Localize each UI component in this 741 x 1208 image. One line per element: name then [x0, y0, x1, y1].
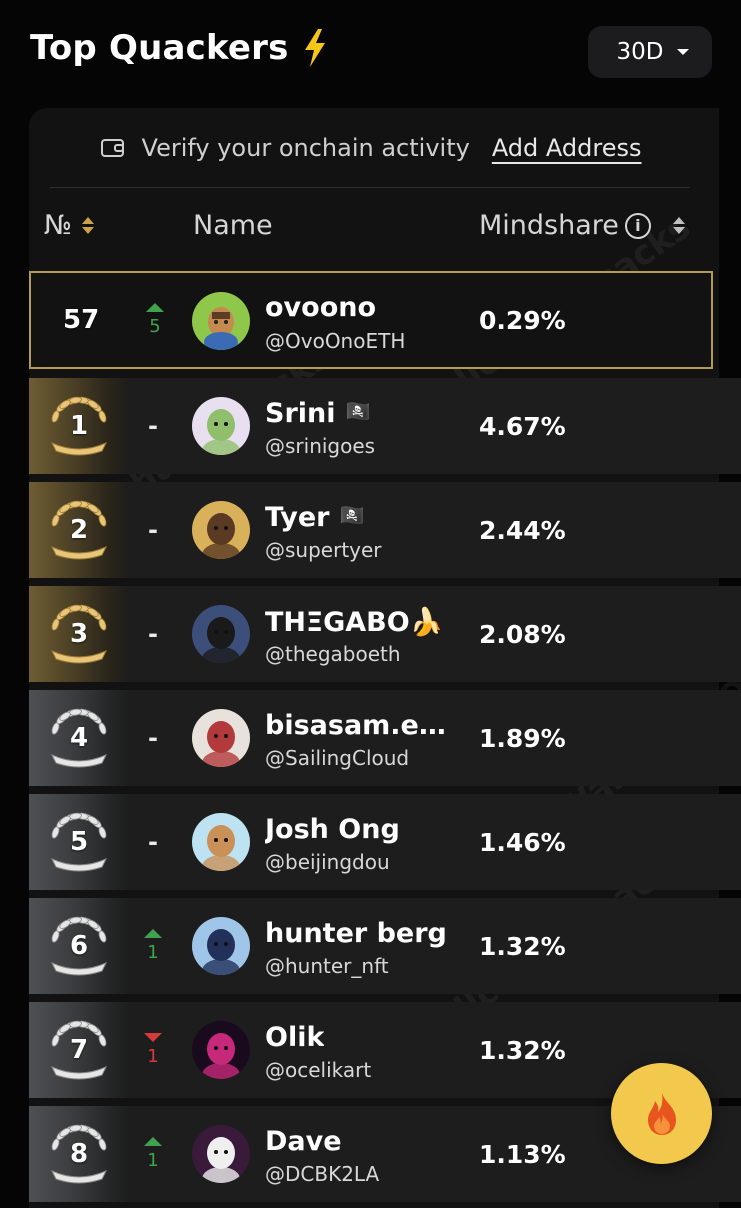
mindshare-value: 1.32%: [479, 931, 566, 961]
rank-number: 57: [63, 305, 100, 335]
mindshare-value: 1.89%: [479, 723, 566, 753]
user-name: hunter berg: [265, 918, 447, 949]
mindshare-value: 0.29%: [479, 305, 566, 335]
arrow-down-icon: [144, 1033, 162, 1042]
rank-number: 1: [69, 411, 89, 441]
avatar[interactable]: [192, 1021, 250, 1079]
info-icon[interactable]: i: [624, 212, 651, 239]
table-row[interactable]: 5 - Josh Ong @beijingdou 1.46%: [29, 794, 741, 890]
rank-number: 2: [69, 515, 89, 545]
user-handle: @DCBK2LA: [265, 1162, 380, 1186]
avatar[interactable]: [192, 1125, 250, 1183]
user-name: Olik: [265, 1022, 325, 1053]
rank-change: -: [137, 586, 169, 682]
rank-number: 7: [69, 1035, 89, 1065]
rank-change-value: -: [148, 620, 158, 648]
column-header-mindshare[interactable]: Mindshare i: [479, 210, 685, 241]
rank-change: -: [137, 794, 169, 890]
user-name: bisasam.eth...: [265, 710, 450, 741]
column-header-mindshare-label: Mindshare: [479, 210, 619, 241]
period-dropdown[interactable]: 30D: [588, 26, 712, 78]
caret-down-icon: [677, 49, 690, 55]
user-name: Tyer 🏴‍☠️: [265, 502, 365, 533]
avatar[interactable]: [192, 397, 250, 455]
rank-change-value: 1: [147, 942, 159, 963]
table-row[interactable]: 2 - Tyer 🏴‍☠️ @supertyer 2.44%: [29, 482, 741, 578]
rank-change: 1: [137, 1106, 169, 1202]
table-row[interactable]: 3 - THΞGABO🍌 @thegaboeth 2.08%: [29, 586, 741, 682]
user-handle: @supertyer: [265, 538, 382, 562]
rank-change-value: -: [148, 828, 158, 856]
rank-change: 1: [137, 1002, 169, 1098]
pirate-flag-icon: 🏴‍☠️: [339, 503, 365, 527]
rank-change: -: [137, 690, 169, 786]
user-handle: @thegaboeth: [265, 642, 401, 666]
column-header-rank-label: №: [44, 210, 73, 241]
rank-number: 5: [69, 827, 89, 857]
rank-number: 8: [69, 1139, 89, 1169]
pirate-flag-icon: 🏴‍☠️: [345, 399, 371, 423]
rank-change-value: -: [148, 516, 158, 544]
verify-banner: Verify your onchain activity Add Address: [29, 108, 712, 188]
user-name: THΞGABO🍌: [265, 607, 444, 638]
rank-change: -: [137, 482, 169, 578]
mindshare-value: 2.08%: [479, 619, 566, 649]
rank-change-value: -: [148, 724, 158, 752]
table-row[interactable]: 6 1 hunter berg @hunter_nft 1.32%: [29, 898, 741, 994]
arrow-up-icon: [144, 1137, 162, 1146]
page-title-text: Top Quackers: [30, 28, 289, 68]
avatar[interactable]: [192, 709, 250, 767]
current-user-row[interactable]: 57 5 ovoono @OvoOnoETH 0.29%: [29, 271, 713, 369]
rank-change: -: [137, 378, 169, 474]
rank-change: 5: [139, 273, 171, 367]
user-name: ovoono: [265, 292, 377, 323]
avatar[interactable]: [192, 813, 250, 871]
arrow-up-icon: [146, 303, 164, 312]
mindshare-value: 1.46%: [479, 827, 566, 857]
mindshare-value: 1.32%: [479, 1035, 566, 1065]
avatar[interactable]: [192, 501, 250, 559]
user-handle: @SailingCloud: [265, 746, 410, 770]
user-handle: @beijingdou: [265, 850, 390, 874]
rank-change-value: 1: [147, 1046, 159, 1067]
user-name: Josh Ong: [265, 814, 400, 845]
rank-number: 3: [69, 619, 89, 649]
rank-change-value: 1: [147, 1150, 159, 1171]
period-value: 30D: [616, 39, 664, 65]
header: Top Quackers 30D: [0, 0, 741, 105]
column-header-rank[interactable]: №: [44, 210, 95, 241]
table-row[interactable]: 1 - Srini 🏴‍☠️ @srinigoes 4.67%: [29, 378, 741, 474]
avatar[interactable]: [192, 292, 250, 350]
sort-icon: [82, 217, 95, 234]
divider: [50, 187, 690, 188]
rank-change-value: 5: [149, 316, 161, 337]
rank-number: 6: [69, 931, 89, 961]
table-row[interactable]: 4 - bisasam.eth... @SailingCloud 1.89%: [29, 690, 741, 786]
column-header-name-label: Name: [193, 210, 273, 241]
rank-change: 1: [137, 898, 169, 994]
rank-change-value: -: [148, 412, 158, 440]
user-handle: @OvoOnoETH: [265, 329, 406, 353]
mindshare-value: 1.13%: [479, 1139, 566, 1169]
flame-button[interactable]: [611, 1063, 712, 1164]
column-header-name: Name: [193, 210, 273, 241]
rank-number: 4: [69, 723, 89, 753]
flame-icon: [647, 1092, 676, 1135]
avatar[interactable]: [192, 917, 250, 975]
verify-text: Verify your onchain activity: [141, 134, 470, 162]
lightning-bolt-icon: [304, 29, 325, 67]
user-name: Dave: [265, 1126, 342, 1157]
user-handle: @hunter_nft: [265, 954, 389, 978]
mindshare-value: 4.67%: [479, 411, 566, 441]
user-handle: @srinigoes: [265, 434, 376, 458]
mindshare-value: 2.44%: [479, 515, 566, 545]
wallet-icon: [100, 137, 126, 159]
user-handle: @ocelikart: [265, 1058, 372, 1082]
page-title: Top Quackers: [30, 28, 327, 68]
add-address-link[interactable]: Add Address: [492, 134, 642, 162]
arrow-up-icon: [144, 929, 162, 938]
avatar[interactable]: [192, 605, 250, 663]
user-name: Srini 🏴‍☠️: [265, 398, 371, 429]
sort-icon: [672, 217, 685, 234]
